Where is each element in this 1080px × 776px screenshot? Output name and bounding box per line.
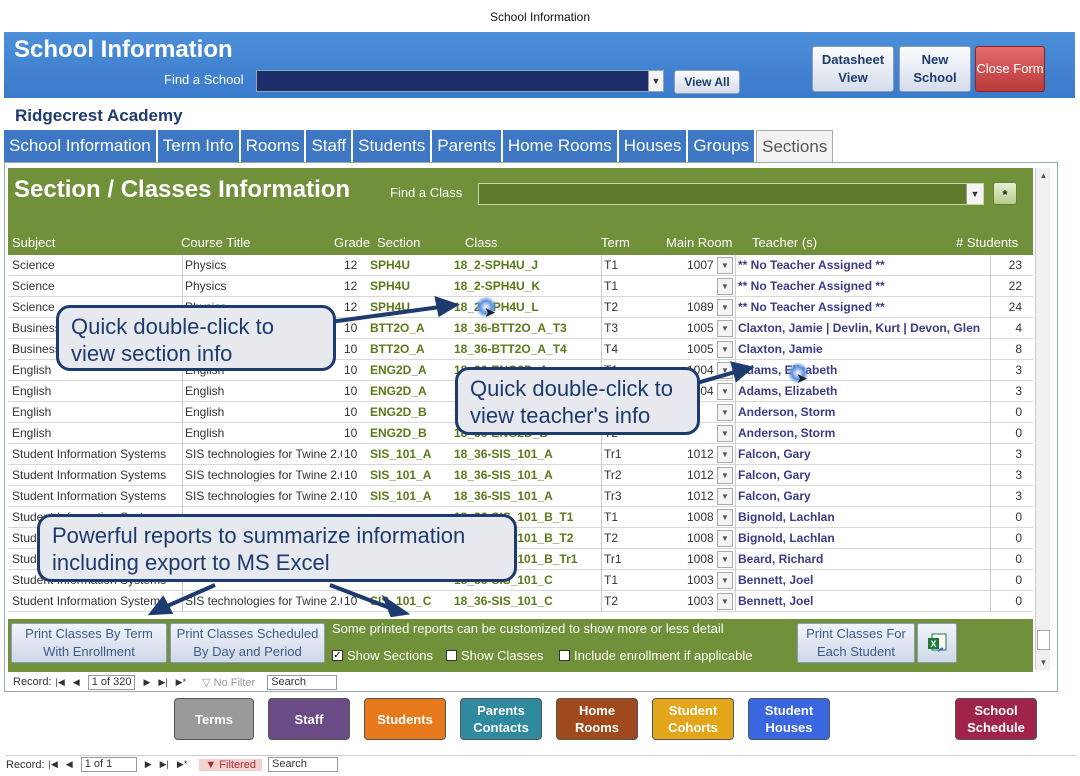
cursor-icon: ➤ <box>796 370 808 386</box>
callout-teacher: Quick double-click to view teacher's inf… <box>455 367 700 435</box>
callout-section: Quick double-click to view section info <box>56 305 336 371</box>
cursor-icon: ➤ <box>484 304 496 320</box>
callout-reports: Powerful reports to summarize informatio… <box>37 514 517 582</box>
